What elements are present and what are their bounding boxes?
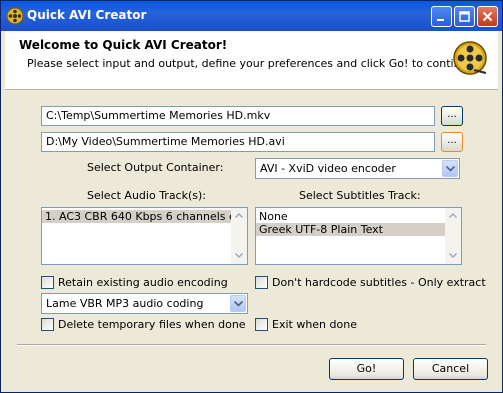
go-button[interactable]: Go! bbox=[329, 358, 404, 380]
chevron-up-icon bbox=[449, 213, 457, 218]
exit-when-done-checkbox[interactable] bbox=[255, 318, 268, 331]
audio-track-list[interactable]: 1. AC3 CBR 640 Kbps 6 channels eng bbox=[41, 207, 248, 265]
film-reel-icon bbox=[453, 41, 487, 75]
subtitles-track-list[interactable]: None Greek UTF-8 Plain Text bbox=[255, 207, 462, 265]
welcome-description: Please select input and output, define y… bbox=[27, 57, 475, 70]
retain-audio-checkbox[interactable] bbox=[41, 276, 54, 289]
minimize-icon bbox=[437, 19, 444, 21]
scroll-down-button[interactable] bbox=[445, 248, 461, 264]
subtitles-track-label: Select Subtitles Track: bbox=[299, 189, 421, 202]
output-container-select[interactable]: AVI - XviD video encoder bbox=[255, 158, 460, 179]
audio-track-item[interactable]: 1. AC3 CBR 640 Kbps 6 channels eng bbox=[42, 210, 247, 223]
delete-temp-label[interactable]: Delete temporary files when done bbox=[58, 318, 246, 331]
scroll-up-button[interactable] bbox=[445, 208, 461, 224]
minimize-button[interactable] bbox=[431, 6, 452, 27]
output-container-label: Select Output Container: bbox=[87, 161, 224, 174]
separator bbox=[17, 344, 486, 346]
subtitle-item-greek[interactable]: Greek UTF-8 Plain Text bbox=[256, 223, 445, 236]
window-title: Quick AVI Creator bbox=[27, 8, 147, 22]
maximize-icon bbox=[459, 11, 470, 22]
main-panel: C:\Temp\Summertime Memories HD.mkv ... D… bbox=[5, 90, 498, 390]
exit-when-done-label[interactable]: Exit when done bbox=[272, 318, 357, 331]
subtitles-list-scrollbar[interactable] bbox=[445, 208, 461, 264]
subtitle-item-none[interactable]: None bbox=[256, 210, 445, 223]
browse-output-button[interactable]: ... bbox=[441, 132, 463, 152]
output-container-value: AVI - XviD video encoder bbox=[260, 162, 396, 175]
quick-avi-creator-window: Quick AVI Creator Welcome to Quick AVI C… bbox=[0, 0, 503, 393]
title-bar[interactable]: Quick AVI Creator bbox=[1, 1, 502, 31]
dont-hardcode-label[interactable]: Don't hardcode subtitles - Only extract bbox=[272, 276, 486, 289]
audio-track-label: Select Audio Track(s): bbox=[87, 189, 206, 202]
retain-audio-label[interactable]: Retain existing audio encoding bbox=[58, 276, 228, 289]
chevron-down-icon bbox=[449, 253, 457, 258]
audio-codec-select[interactable]: Lame VBR MP3 audio coding bbox=[41, 293, 248, 314]
welcome-header: Welcome to Quick AVI Creator! Please sel… bbox=[5, 31, 498, 90]
chevron-down-icon bbox=[235, 253, 243, 258]
scroll-down-button[interactable] bbox=[231, 248, 247, 264]
dropdown-button[interactable] bbox=[442, 160, 458, 177]
maximize-button[interactable] bbox=[454, 6, 475, 27]
chevron-down-icon bbox=[234, 301, 243, 307]
input-file-field[interactable]: C:\Temp\Summertime Memories HD.mkv bbox=[41, 106, 435, 126]
film-reel-icon bbox=[6, 7, 24, 25]
output-file-field[interactable]: D:\My Video\Summertime Memories HD.avi bbox=[41, 132, 435, 152]
chevron-down-icon bbox=[446, 166, 455, 172]
audio-codec-value: Lame VBR MP3 audio coding bbox=[46, 297, 204, 310]
delete-temp-checkbox[interactable] bbox=[41, 318, 54, 331]
browse-input-button[interactable]: ... bbox=[441, 106, 463, 126]
chevron-up-icon bbox=[235, 213, 243, 218]
scroll-up-button[interactable] bbox=[231, 208, 247, 224]
welcome-title: Welcome to Quick AVI Creator! bbox=[19, 38, 228, 52]
cancel-button[interactable]: Cancel bbox=[413, 358, 488, 380]
audio-list-scrollbar[interactable] bbox=[231, 208, 247, 264]
dont-hardcode-checkbox[interactable] bbox=[255, 276, 268, 289]
close-button[interactable] bbox=[477, 6, 498, 27]
dropdown-button[interactable] bbox=[230, 295, 246, 312]
close-icon bbox=[482, 11, 493, 22]
